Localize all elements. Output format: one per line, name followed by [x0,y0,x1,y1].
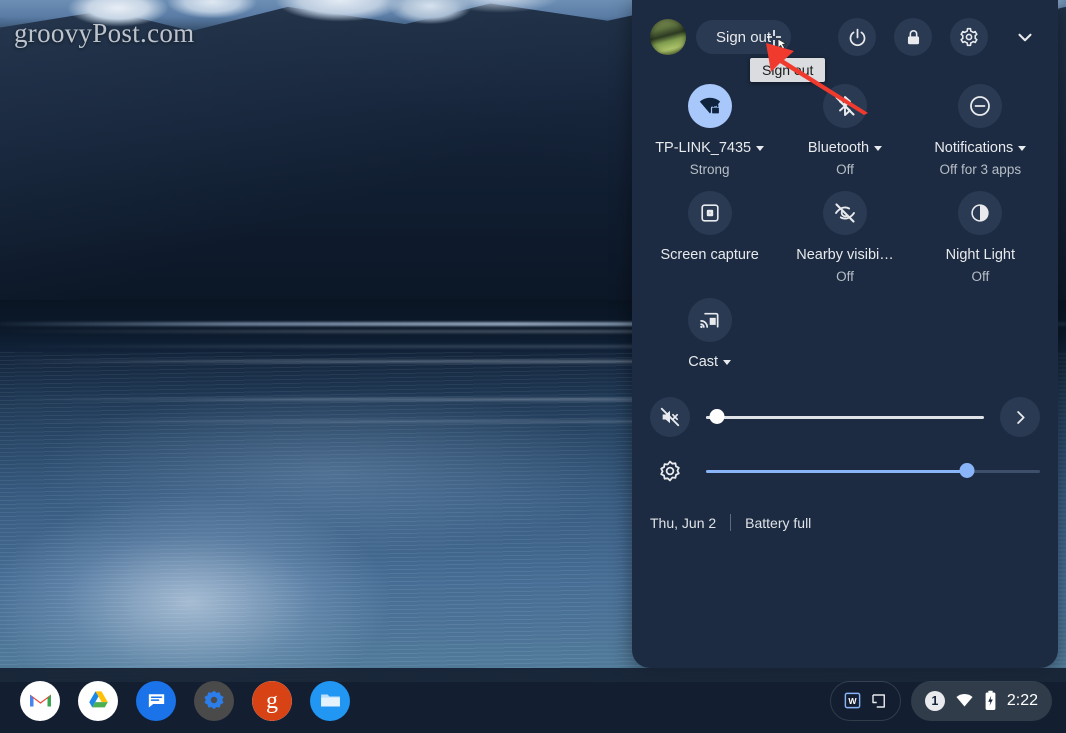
brightness-row [650,444,1040,498]
tile-cast-label: Cast [688,354,719,370]
lock-button[interactable] [894,18,932,56]
tile-bluetooth-label: Bluetooth [807,140,870,156]
system-status-tray[interactable]: 1 2:22 [910,680,1052,721]
brightness-thumb[interactable] [959,463,975,478]
tile-network-label: TP-LINK_7435 [655,140,752,156]
chevron-down-icon[interactable] [1018,146,1027,151]
eye-off-icon [822,191,867,235]
open-window-group[interactable]: W [829,680,901,721]
volume-expand-button[interactable] [1000,397,1040,437]
bluetooth-off-icon [822,84,867,128]
tile-cast[interactable]: Cast [642,284,777,372]
tile-row-3: Cast [642,284,1048,372]
groovypost-app-label: g [266,687,278,714]
quick-settings-panel: Sign out Sign out TP-LINK_7435 Strong Bl… [632,0,1058,668]
volume-row [650,390,1040,444]
header-icon-group [838,18,1044,56]
gmail-app-icon[interactable] [20,680,60,721]
tile-notifications-sub: Off for 3 apps [939,162,1022,177]
tile-nearby-visibility-sub: Off [836,269,854,284]
collapse-panel-button[interactable] [1006,18,1044,56]
footer-divider [730,514,732,531]
tile-nearby-visibility-label: Nearby visibi… [796,247,894,263]
tile-night-light[interactable]: Night Light Off [913,177,1048,284]
chromeos-desktop: groovyPost.com Sign out Sign out TP-LINK… [0,0,1066,733]
tile-bluetooth[interactable]: Bluetooth Off [777,70,912,177]
wifi-icon[interactable] [955,691,974,710]
shelf-app-list: g [0,680,350,721]
word-doc-icon[interactable]: W [843,691,862,710]
tile-bluetooth-label-row: Bluetooth [807,139,883,158]
volume-slider[interactable] [706,407,984,427]
slider-section [632,372,1058,498]
shelf-status-area: W 1 2:22 [829,680,1066,721]
tile-night-light-sub: Off [971,269,990,284]
groovypost-app-icon[interactable]: g [252,680,292,721]
tile-nearby-visibility[interactable]: Nearby visibi… Off [777,177,912,284]
chevron-down-icon[interactable] [723,360,732,365]
night-light-icon [958,191,1003,235]
date-label[interactable]: Thu, Jun 2 [650,515,716,531]
power-button[interactable] [838,18,876,56]
watermark: groovyPost.com [14,18,195,48]
battery-charging-icon[interactable] [984,690,997,711]
quick-settings-tiles: TP-LINK_7435 Strong Bluetooth Off Notifi… [632,56,1058,372]
settings-button[interactable] [950,18,988,56]
settings-app-icon[interactable] [194,680,234,721]
screen-capture-icon [687,191,732,235]
cast-icon [687,298,732,342]
tile-network[interactable]: TP-LINK_7435 Strong [642,70,777,177]
brightness-icon[interactable] [650,451,690,491]
chevron-down-icon[interactable] [874,146,883,151]
tile-notifications[interactable]: Notifications Off for 3 apps [913,70,1048,177]
tile-placeholder [913,284,1048,372]
tile-bluetooth-sub: Off [836,162,854,177]
tile-placeholder [777,284,912,372]
tile-row-2: Screen capture Nearby visibi… Off Night … [642,177,1048,284]
tile-cast-label-row: Cast [688,353,732,372]
brightness-fill [706,470,967,473]
do-not-disturb-icon [958,84,1003,128]
messages-app-icon[interactable] [136,680,176,721]
shelf: g W 1 2:22 [0,668,1066,733]
tile-notifications-label: Notifications [934,140,1014,156]
tile-network-sub: Strong [689,162,730,177]
volume-thumb[interactable] [709,409,725,424]
chevron-down-icon[interactable] [756,146,765,151]
tile-night-light-label: Night Light [945,247,1015,263]
brightness-slider[interactable] [706,461,1040,481]
battery-label[interactable]: Battery full [745,515,811,531]
svg-text:W: W [848,696,857,706]
sign-out-tooltip: Sign out [750,58,826,82]
sign-out-button[interactable]: Sign out [696,20,792,54]
quick-settings-footer: Thu, Jun 2 Battery full [632,498,1058,531]
files-app-icon[interactable] [310,680,350,721]
wifi-lock-icon [687,84,732,128]
user-avatar[interactable] [650,19,686,55]
window-icon[interactable] [870,692,888,710]
tile-row-1: TP-LINK_7435 Strong Bluetooth Off Notifi… [642,70,1048,177]
notification-count-badge[interactable]: 1 [924,690,945,711]
tile-network-label-row: TP-LINK_7435 [655,139,765,158]
drive-app-icon[interactable] [78,680,118,721]
tile-screen-capture-label: Screen capture [660,247,759,263]
volume-track [706,416,984,419]
quick-settings-header: Sign out Sign out [632,0,1058,82]
tile-notifications-label-row: Notifications [934,139,1027,158]
volume-mute-icon[interactable] [650,397,690,437]
clock-label[interactable]: 2:22 [1007,692,1038,710]
tile-screen-capture[interactable]: Screen capture [642,177,777,284]
